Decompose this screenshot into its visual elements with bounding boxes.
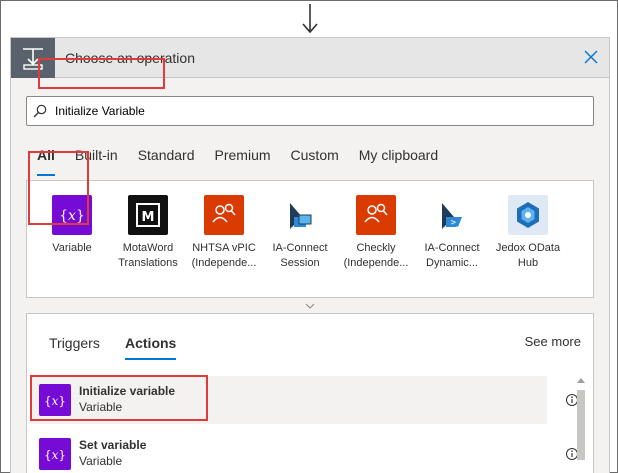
expand-connectors-toggle[interactable] [26,297,594,314]
action-title: Set variable [79,438,147,452]
connector-checkly[interactable]: Checkly (Independe... [338,195,414,271]
variable-braces-icon: {x} [39,438,71,470]
action-connector-name: Variable [79,454,123,468]
svg-text:>_: >_ [451,218,462,228]
flow-down-arrow-icon [302,4,318,34]
connector-label: Variable [52,242,92,254]
highlight-variable-connector-annotation [28,151,89,225]
jedox-hexagon-icon [508,195,548,235]
search-input[interactable] [55,100,585,122]
operation-search-box[interactable] [26,96,594,126]
ia-connect-icon [280,195,320,235]
close-icon[interactable] [583,49,599,65]
people-search-icon [356,195,396,235]
people-search-icon [204,195,244,235]
results-scrollbar[interactable] [574,376,588,473]
tab-custom[interactable]: Custom [291,146,339,170]
chevron-down-icon [305,303,315,309]
connector-label: IA-Connect Session [272,242,328,269]
connector-ia-connect-session[interactable]: IA-Connect Session [262,195,338,271]
action-set-variable[interactable]: {x} Set variable Variable [31,430,547,473]
ia-connect-icon: >_ [432,195,472,235]
motaword-m-icon: M [128,195,168,235]
tab-standard[interactable]: Standard [138,146,195,170]
connector-motaword[interactable]: M MotaWord Translations [110,195,186,271]
connector-label: Checkly (Independe... [343,242,409,269]
tab-triggers[interactable]: Triggers [49,335,100,351]
connector-label: NHTSA vPIC (Independe... [191,242,257,269]
connector-label: IA-Connect Dynamic... [424,242,480,269]
tab-actions[interactable]: Actions [125,335,177,360]
highlight-search-annotation [38,58,165,89]
connector-jedox-odata-hub[interactable]: Jedox OData Hub [490,195,566,271]
svg-text:M: M [142,210,155,225]
see-more-link[interactable]: See more [525,334,581,349]
connector-filter-tabs: All Built-in Standard Premium Custom My … [37,146,458,176]
connector-nhtsa-vpic[interactable]: NHTSA vPIC (Independe... [186,195,262,271]
connector-label: MotaWord Translations [118,242,178,269]
svg-text:{x}: {x} [44,448,66,462]
connector-grid: {x} Variable M MotaWord Translations NHT… [26,180,594,312]
tab-my-clipboard[interactable]: My clipboard [359,146,438,170]
tab-premium[interactable]: Premium [215,146,271,170]
connector-label: Jedox OData Hub [495,242,561,269]
search-icon [33,104,47,118]
highlight-initialize-variable-annotation [30,375,208,421]
connector-ia-connect-dynamic[interactable]: >_ IA-Connect Dynamic... [414,195,490,271]
